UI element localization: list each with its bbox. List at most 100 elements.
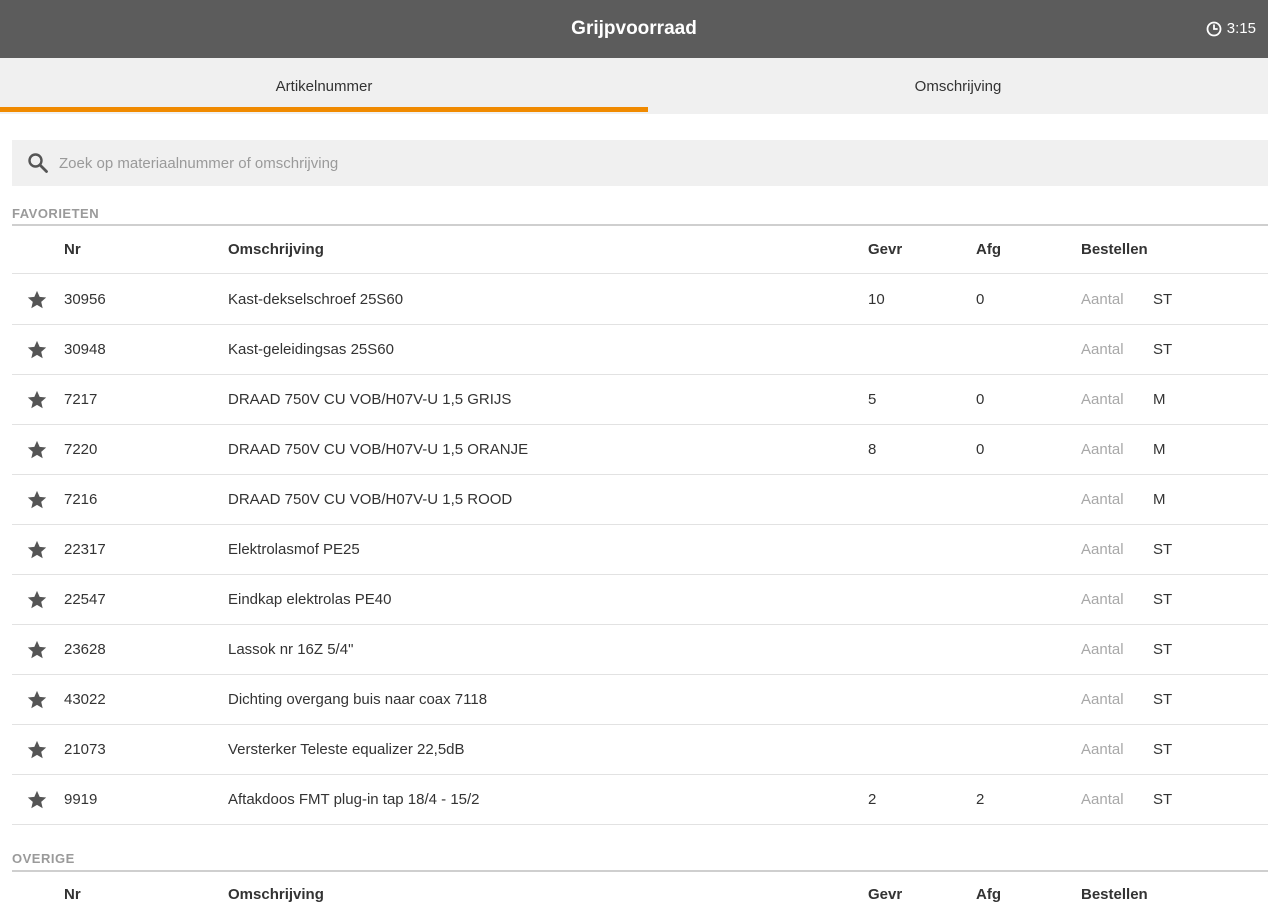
cell-description: DRAAD 750V CU VOB/H07V-U 1,5 GRIJS (228, 391, 512, 408)
cell-delivered: 2 (976, 791, 985, 808)
cell-nr: 7220 (64, 441, 98, 458)
column-header-nr: Nr (64, 241, 81, 258)
cell-unit: ST (1153, 541, 1173, 558)
search-icon (27, 152, 49, 174)
cell-nr: 30956 (64, 291, 106, 308)
table-row[interactable]: 7216 DRAAD 750V CU VOB/H07V-U 1,5 ROOD A… (12, 475, 1268, 525)
star-icon[interactable] (26, 489, 48, 515)
quantity-input[interactable]: Aantal (1081, 625, 1124, 674)
cell-delivered: 0 (976, 391, 985, 408)
quantity-input[interactable]: Aantal (1081, 275, 1124, 324)
app-header: Grijpvoorraad 3:15 (0, 0, 1268, 58)
cell-unit: ST (1153, 291, 1173, 308)
column-header-description: Omschrijving (228, 241, 324, 258)
cell-description: Dichting overgang buis naar coax 7118 (228, 691, 488, 708)
quantity-input[interactable]: Aantal (1081, 775, 1124, 824)
quantity-input[interactable]: Aantal (1081, 575, 1124, 624)
section-label-other: OVERIGE (12, 851, 75, 866)
table-row[interactable]: 21073 Versterker Teleste equalizer 22,5d… (12, 725, 1268, 775)
table-row[interactable]: 7217 DRAAD 750V CU VOB/H07V-U 1,5 GRIJS … (12, 375, 1268, 425)
table-row[interactable]: 30956 Kast-dekselschroef 25S60 10 0 Aant… (12, 275, 1268, 325)
cell-delivered: 0 (976, 441, 985, 458)
cell-description: Versterker Teleste equalizer 22,5dB (228, 741, 465, 758)
column-header-requested: Gevr (868, 241, 903, 258)
clock: 3:15 (1206, 0, 1256, 58)
table-row[interactable]: 7220 DRAAD 750V CU VOB/H07V-U 1,5 ORANJE… (12, 425, 1268, 475)
page-title: Grijpvoorraad (571, 18, 697, 39)
column-header-order: Bestellen (1081, 241, 1148, 258)
cell-nr: 22547 (64, 591, 106, 608)
column-header-nr: Nr (64, 886, 81, 903)
cell-description: Kast-geleidingsas 25S60 (228, 341, 394, 358)
cell-delivered: 0 (976, 291, 985, 308)
star-icon[interactable] (26, 789, 48, 815)
star-icon[interactable] (26, 639, 48, 665)
star-icon[interactable] (26, 439, 48, 465)
cell-description: Lassok nr 16Z 5/4" (228, 641, 354, 658)
column-header-order: Bestellen (1081, 886, 1148, 903)
cell-unit: ST (1153, 791, 1173, 808)
cell-unit: M (1153, 491, 1166, 508)
cell-unit: ST (1153, 341, 1173, 358)
cell-nr: 23628 (64, 641, 106, 658)
cell-unit: M (1153, 441, 1166, 458)
cell-nr: 22317 (64, 541, 106, 558)
cell-nr: 21073 (64, 741, 106, 758)
cell-description: Kast-dekselschroef 25S60 (228, 291, 404, 308)
cell-nr: 43022 (64, 691, 106, 708)
cell-nr: 7217 (64, 391, 98, 408)
column-header-description: Omschrijving (228, 886, 324, 903)
quantity-input[interactable]: Aantal (1081, 675, 1124, 724)
tab-omschrijving[interactable]: Omschrijving (648, 58, 1268, 114)
search-input[interactable] (57, 153, 1268, 173)
table-row[interactable]: 30948 Kast-geleidingsas 25S60 Aantal ST (12, 325, 1268, 375)
cell-description: Eindkap elektrolas PE40 (228, 591, 392, 608)
cell-unit: ST (1153, 741, 1173, 758)
cell-unit: ST (1153, 591, 1173, 608)
clock-icon (1206, 21, 1222, 37)
cell-unit: M (1153, 391, 1166, 408)
star-icon[interactable] (26, 739, 48, 765)
table-header: Nr Omschrijving Gevr Afg Bestellen (12, 226, 1268, 274)
column-header-delivered: Afg (976, 886, 1001, 903)
quantity-input[interactable]: Aantal (1081, 425, 1124, 474)
cell-requested: 5 (868, 391, 877, 408)
clock-time: 3:15 (1226, 20, 1256, 37)
table-header: Nr Omschrijving Gevr Afg Bestellen (12, 871, 1268, 918)
cell-nr: 9919 (64, 791, 98, 808)
search-bar (12, 140, 1268, 186)
cell-description: DRAAD 750V CU VOB/H07V-U 1,5 ROOD (228, 491, 513, 508)
cell-unit: ST (1153, 641, 1173, 658)
cell-unit: ST (1153, 691, 1173, 708)
active-tab-indicator (0, 107, 648, 112)
section-label-favorites: FAVORIETEN (12, 206, 100, 221)
cell-description: Aftakdoos FMT plug-in tap 18/4 - 15/2 (228, 791, 480, 808)
cell-requested: 10 (868, 291, 885, 308)
column-header-delivered: Afg (976, 241, 1001, 258)
star-icon[interactable] (26, 289, 48, 315)
quantity-input[interactable]: Aantal (1081, 475, 1124, 524)
star-icon[interactable] (26, 589, 48, 615)
cell-description: Elektrolasmof PE25 (228, 541, 360, 558)
quantity-input[interactable]: Aantal (1081, 325, 1124, 374)
cell-requested: 2 (868, 791, 877, 808)
tab-artikelnummer[interactable]: Artikelnummer (0, 58, 648, 114)
cell-requested: 8 (868, 441, 877, 458)
quantity-input[interactable]: Aantal (1081, 525, 1124, 574)
table-row[interactable]: 23628 Lassok nr 16Z 5/4" Aantal ST (12, 625, 1268, 675)
star-icon[interactable] (26, 689, 48, 715)
table-row[interactable]: 22547 Eindkap elektrolas PE40 Aantal ST (12, 575, 1268, 625)
cell-description: DRAAD 750V CU VOB/H07V-U 1,5 ORANJE (228, 441, 529, 458)
cell-nr: 7216 (64, 491, 98, 508)
column-header-requested: Gevr (868, 886, 903, 903)
tab-bar: Artikelnummer Omschrijving (0, 58, 1268, 114)
cell-nr: 30948 (64, 341, 106, 358)
star-icon[interactable] (26, 339, 48, 365)
star-icon[interactable] (26, 389, 48, 415)
quantity-input[interactable]: Aantal (1081, 725, 1124, 774)
table-row[interactable]: 22317 Elektrolasmof PE25 Aantal ST (12, 525, 1268, 575)
star-icon[interactable] (26, 539, 48, 565)
table-row[interactable]: 43022 Dichting overgang buis naar coax 7… (12, 675, 1268, 725)
table-row[interactable]: 9919 Aftakdoos FMT plug-in tap 18/4 - 15… (12, 775, 1268, 825)
quantity-input[interactable]: Aantal (1081, 375, 1124, 424)
